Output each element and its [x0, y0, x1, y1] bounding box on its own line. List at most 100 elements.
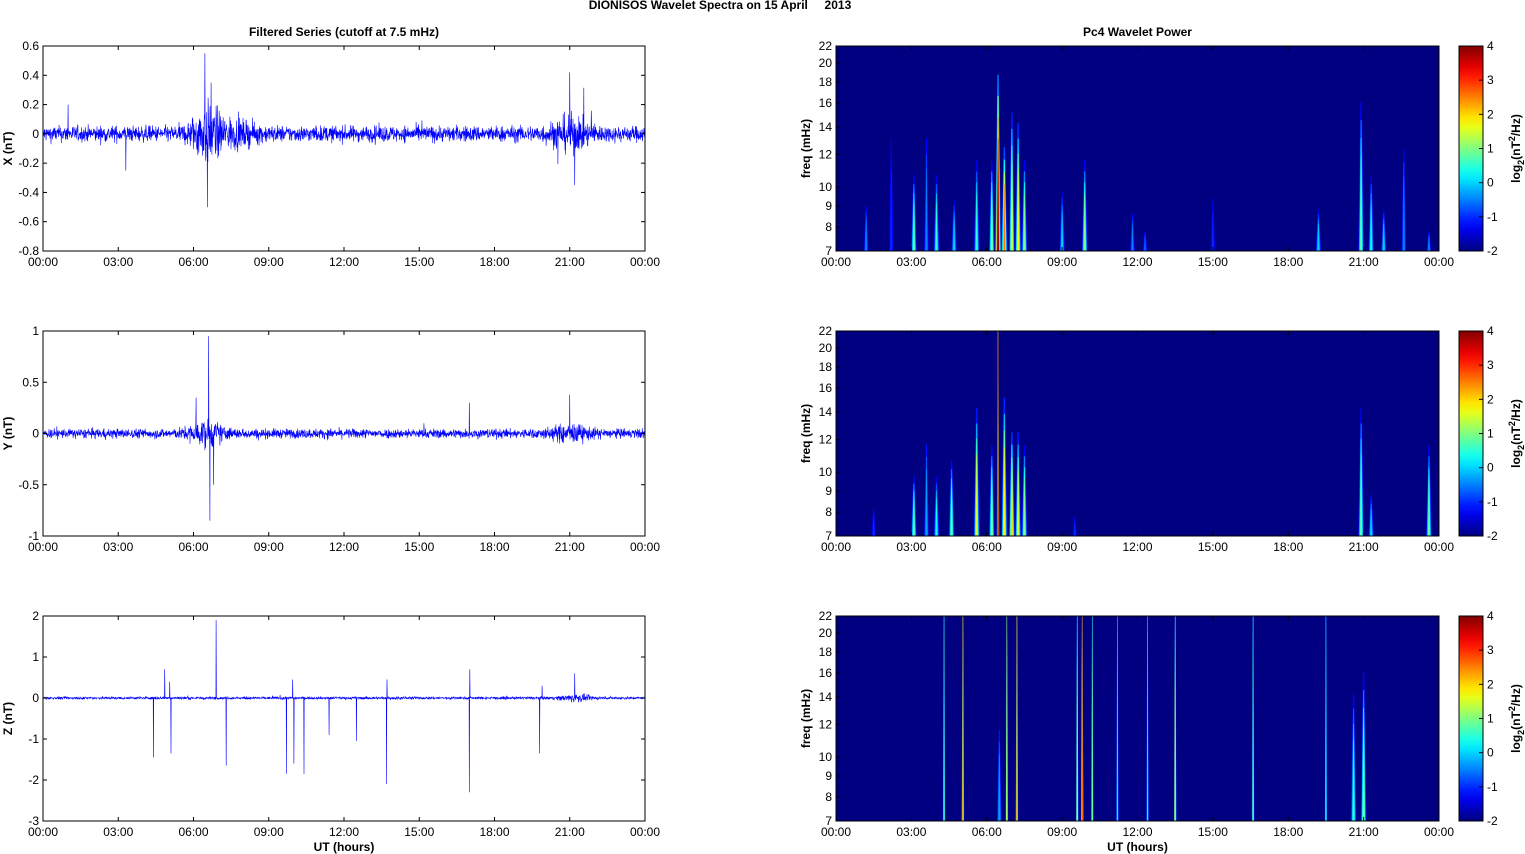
- x-tick-label: 06:00: [178, 825, 208, 839]
- y-tick-label: 16: [819, 96, 833, 110]
- colorbar-tick-label: 1: [1487, 427, 1494, 441]
- x-tick-label: 00:00: [28, 255, 58, 269]
- colorbar-label-part: log: [1509, 165, 1523, 183]
- y-tick-label: -1: [28, 732, 39, 746]
- colorbar: -2 -1 0 1 2 3 4 log2(nT2/Hz): [1458, 324, 1525, 543]
- colorbar-tick-label: -1: [1487, 495, 1498, 509]
- y-tick-label: 12: [819, 718, 833, 732]
- x-tick-label: 18:00: [1273, 255, 1303, 269]
- x-tick-label: 18:00: [1273, 540, 1303, 554]
- x-tick-label: 00:00: [821, 825, 851, 839]
- x-tick-label: 00:00: [630, 825, 660, 839]
- timeseries-panel-y: -1-0.500.51Y (nT)00:00 03:00 06:00 09:00 12:…: [1, 324, 660, 554]
- x-tick-label: 00:00: [630, 255, 660, 269]
- x-tick-label: 15:00: [404, 540, 434, 554]
- y-tick-label: 14: [819, 405, 833, 419]
- colorbar-tick-label: -2: [1487, 529, 1498, 543]
- colorbar-label-part: /Hz): [1509, 114, 1523, 136]
- x-tick-label: 09:00: [254, 540, 284, 554]
- x-tick-label: 06:00: [972, 255, 1002, 269]
- y-axis-label: freq (mHz): [799, 404, 813, 463]
- plot-area: [43, 616, 645, 821]
- colorbar-tick-label: 3: [1487, 358, 1494, 372]
- x-tick-label: 00:00: [1424, 255, 1454, 269]
- x-axis-label: UT (hours): [314, 840, 375, 854]
- colorbar-tick-label: 2: [1487, 677, 1494, 691]
- colorbar-label-part: (nT: [1509, 711, 1523, 730]
- spectrogram-background: [836, 616, 1439, 821]
- colorbar-tick-label: -1: [1487, 210, 1498, 224]
- x-tick-label: 03:00: [103, 540, 133, 554]
- x-tick-label: 12:00: [1122, 825, 1152, 839]
- y-tick-label: -0.4: [18, 185, 39, 199]
- x-tick-label: 06:00: [972, 825, 1002, 839]
- x-tick-label: 21:00: [1349, 540, 1379, 554]
- colorbar-label-part: (nT: [1509, 141, 1523, 160]
- x-tick-label: 12:00: [329, 540, 359, 554]
- y-tick-label: 9: [825, 199, 832, 213]
- x-tick-label: 03:00: [896, 825, 926, 839]
- wavelet-panel-x: 78910121416182022freq (mHz)00:00 03:00 06:…: [799, 25, 1525, 269]
- y-tick-label: 9: [825, 769, 832, 783]
- figure: DIONISOS Wavelet Spectra on 15 April 201…: [1, 0, 1525, 854]
- x-tick-label: 00:00: [28, 540, 58, 554]
- x-tick-label: 12:00: [1122, 540, 1152, 554]
- x-tick-label: 12:00: [329, 255, 359, 269]
- y-tick-label: 10: [819, 465, 833, 479]
- y-tick-label: 0.2: [22, 98, 39, 112]
- y-tick-label: -0.5: [18, 478, 39, 492]
- y-tick-label: 22: [819, 324, 833, 338]
- y-tick-label: 8: [825, 505, 832, 519]
- y-tick-label: 18: [819, 75, 833, 89]
- y-axis-label: freq (mHz): [799, 689, 813, 748]
- x-tick-label: 00:00: [630, 540, 660, 554]
- y-tick-label: 14: [819, 690, 833, 704]
- x-tick-label: 06:00: [972, 540, 1002, 554]
- x-tick-label: 21:00: [1349, 825, 1379, 839]
- y-tick-label: 10: [819, 180, 833, 194]
- colorbar-tick-label: 2: [1487, 392, 1494, 406]
- x-tick-label: 15:00: [404, 255, 434, 269]
- x-tick-label: 06:00: [178, 255, 208, 269]
- colorbar-tick-label: 3: [1487, 73, 1494, 87]
- x-tick-label: 00:00: [1424, 540, 1454, 554]
- y-axis-label: Z (nT): [1, 702, 15, 735]
- y-tick-label: 12: [819, 148, 833, 162]
- colorbar-tick-label: -1: [1487, 780, 1498, 794]
- y-tick-label: 8: [825, 220, 832, 234]
- colorbar-tick-label: 4: [1487, 609, 1494, 623]
- colorbar-tick-label: -2: [1487, 814, 1498, 828]
- x-tick-label: 15:00: [404, 825, 434, 839]
- wavelet-panel-z: 78910121416182022freq (mHz)00:00 03:00 06:…: [799, 609, 1525, 854]
- x-tick-label: 03:00: [896, 255, 926, 269]
- colorbar-tick-label: 1: [1487, 142, 1494, 156]
- x-tick-label: 09:00: [1047, 825, 1077, 839]
- panel-title: Pc4 Wavelet Power: [1083, 25, 1192, 39]
- colorbar-label-part: /Hz): [1509, 684, 1523, 706]
- y-tick-label: 1: [32, 324, 39, 338]
- x-tick-label: 03:00: [896, 540, 926, 554]
- panel-title: Filtered Series (cutoff at 7.5 mHz): [249, 25, 439, 39]
- x-tick-label: 18:00: [479, 540, 509, 554]
- y-tick-label: 20: [819, 341, 833, 355]
- timeseries-panel-z: -3-2-1012Z (nT)00:00 03:00 06:00 09:00 12:00…: [1, 609, 660, 854]
- colorbar-label-part: log: [1509, 450, 1523, 468]
- colorbar-label: log2(nT2/Hz): [1507, 399, 1525, 468]
- y-tick-label: 9: [825, 484, 832, 498]
- x-tick-label: 09:00: [254, 825, 284, 839]
- colorbar: -2 -1 0 1 2 3 4 log2(nT2/Hz): [1458, 609, 1525, 828]
- y-tick-label: 0.5: [22, 375, 39, 389]
- y-tick-label: 20: [819, 626, 833, 640]
- plot-area: [43, 46, 645, 251]
- colorbar-tick-label: 2: [1487, 107, 1494, 121]
- y-tick-label: 0: [32, 127, 39, 141]
- y-tick-label: -0.2: [18, 156, 39, 170]
- y-tick-label: 0.4: [22, 68, 39, 82]
- y-tick-label: 0: [32, 427, 39, 441]
- y-tick-label: 20: [819, 56, 833, 70]
- y-tick-label: 16: [819, 666, 833, 680]
- x-tick-label: 15:00: [1198, 540, 1228, 554]
- y-tick-label: 18: [819, 645, 833, 659]
- y-tick-label: 18: [819, 360, 833, 374]
- x-tick-label: 21:00: [555, 255, 585, 269]
